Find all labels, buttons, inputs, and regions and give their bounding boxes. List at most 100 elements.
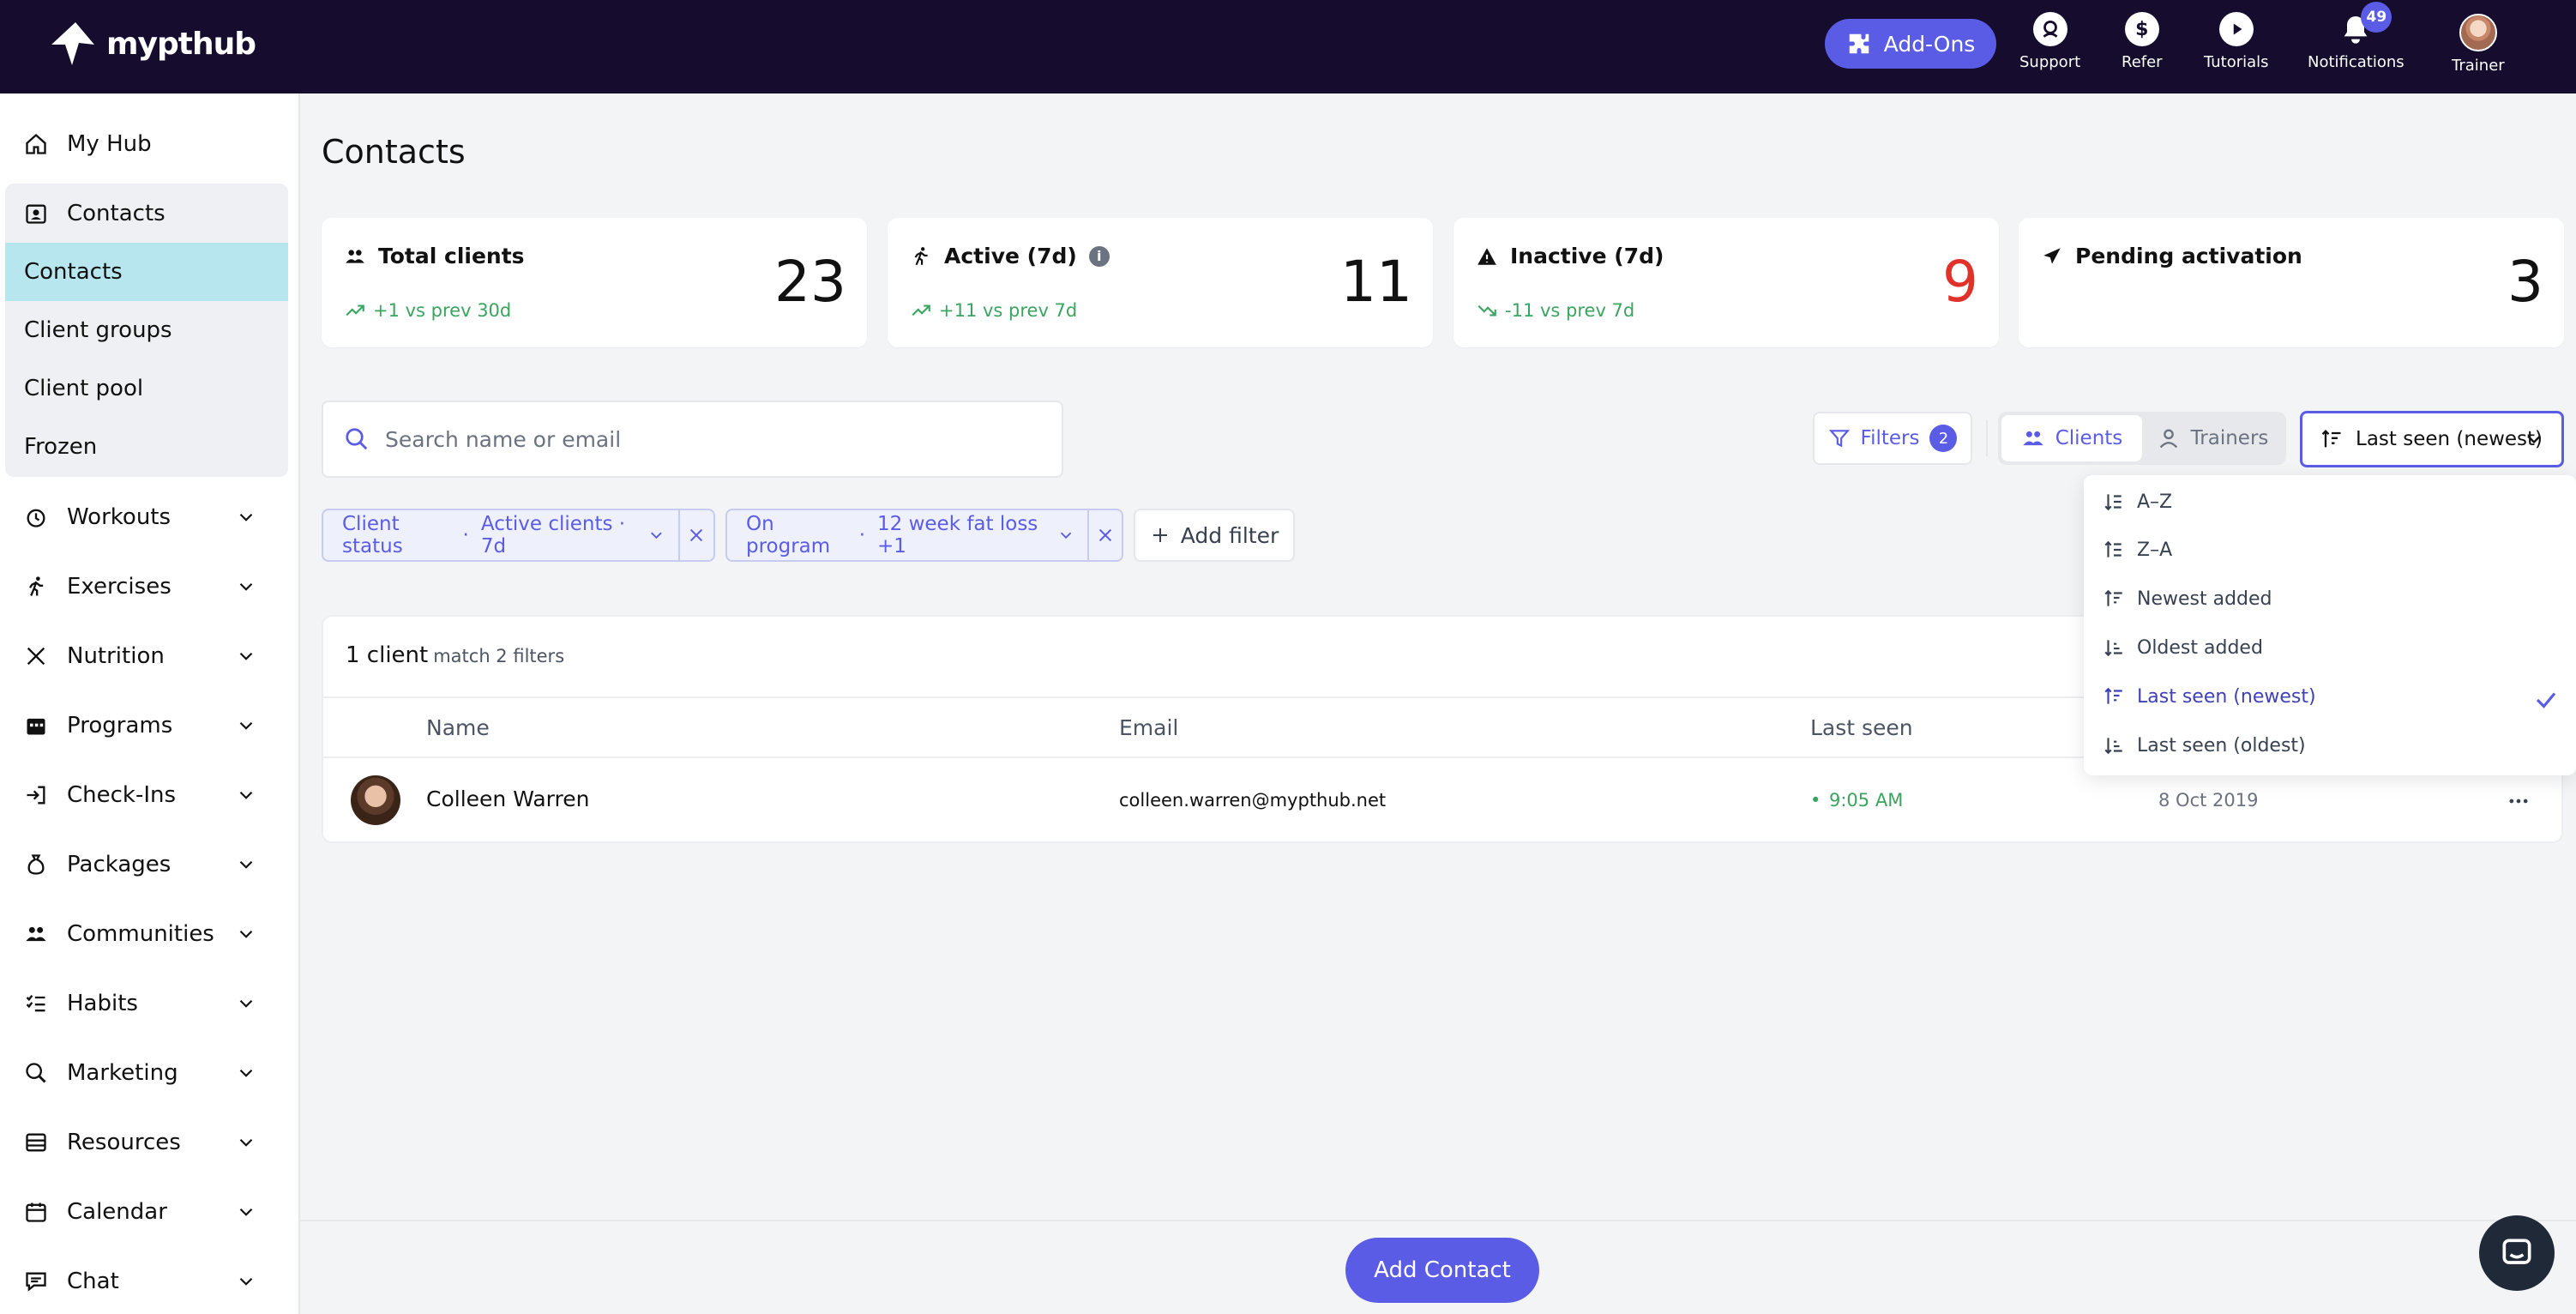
contacts-icon xyxy=(26,204,46,224)
plus-icon xyxy=(1153,528,1167,542)
sidebar-item-resources[interactable]: Resources xyxy=(0,1115,300,1170)
close-icon xyxy=(1098,528,1112,542)
chevron-down-icon xyxy=(239,582,253,591)
divider xyxy=(1986,420,1988,456)
sidebar-item-label: Packages xyxy=(67,852,172,877)
add-filter-button[interactable]: Add filter xyxy=(1134,509,1295,562)
stat-card-active[interactable]: Active (7d) i +11 vs prev 7d 11 xyxy=(888,218,1433,347)
sort-alpha-desc-icon xyxy=(2104,540,2122,558)
client-name[interactable]: Colleen Warren xyxy=(426,787,589,811)
sidebar-item-label: Contacts xyxy=(67,201,166,226)
stat-value: 23 xyxy=(774,249,846,315)
chip-key: On program xyxy=(746,513,831,558)
stat-trend: +11 vs prev 7d xyxy=(939,300,1078,321)
search-field[interactable] xyxy=(322,401,1063,478)
search-input[interactable] xyxy=(385,426,1037,452)
sidebar-item-exercises[interactable]: Exercises xyxy=(0,559,300,614)
refer-nav[interactable]: $ Refer xyxy=(2122,12,2163,71)
sort-option-oldest-added[interactable]: Oldest added xyxy=(2103,636,2263,659)
client-date: 8 Oct 2019 xyxy=(2158,790,2259,811)
support-nav[interactable]: Support xyxy=(2019,12,2080,71)
sort-option-a-z[interactable]: A–Z xyxy=(2103,491,2172,513)
row-more-button[interactable] xyxy=(2501,784,2536,818)
filters-button[interactable]: Filters 2 xyxy=(1813,412,1972,465)
sidebar-item-chat[interactable]: Chat xyxy=(0,1254,300,1309)
sidebar-item-habits[interactable]: Habits xyxy=(0,976,300,1031)
column-header-name[interactable]: Name xyxy=(426,715,490,740)
sidebar-item-marketing[interactable]: Marketing xyxy=(0,1046,300,1100)
stat-card-inactive[interactable]: Inactive (7d) -11 vs prev 7d 9 xyxy=(1454,218,1999,347)
brand-logo[interactable]: mypthub xyxy=(48,19,256,69)
sort-select[interactable]: Last seen (newest) xyxy=(2300,411,2564,467)
trainer-nav[interactable]: Trainer xyxy=(2452,14,2505,75)
stat-value: 11 xyxy=(1340,249,1412,315)
stat-label: Active (7d) xyxy=(944,244,1077,268)
sidebar-item-packages[interactable]: Packages xyxy=(0,837,300,892)
sort-option-newest-added[interactable]: Newest added xyxy=(2103,588,2272,610)
notifications-nav[interactable]: 49 Notifications xyxy=(2308,2,2404,71)
results-count-suffix: match 2 filters xyxy=(433,646,565,666)
running-icon xyxy=(914,246,928,265)
refer-label: Refer xyxy=(2122,53,2163,71)
sidebar-item-programs[interactable]: Programs xyxy=(0,698,300,753)
sidebar-item-nutrition[interactable]: Nutrition xyxy=(0,629,300,684)
sidebar-item-contacts[interactable]: Contacts xyxy=(0,186,300,241)
sidebar-item-workouts[interactable]: Workouts xyxy=(0,490,300,545)
logo-mark-icon xyxy=(51,22,94,65)
sidebar-item-communities[interactable]: Communities xyxy=(0,907,300,961)
client-avatar xyxy=(351,775,400,825)
notification-count-badge: 49 xyxy=(2361,2,2392,33)
running-icon xyxy=(29,576,44,596)
sidebar-sub-client-pool[interactable]: Client pool xyxy=(5,359,288,418)
tab-trainers[interactable]: Trainers xyxy=(2142,415,2283,461)
stat-card-pending[interactable]: Pending activation 3 xyxy=(2019,218,2564,347)
column-header-email[interactable]: Email xyxy=(1119,715,1178,740)
stat-card-total-clients[interactable]: Total clients +1 vs prev 30d 23 xyxy=(322,218,867,347)
status-dot: • xyxy=(1810,790,1821,811)
warning-icon xyxy=(1478,247,1496,265)
sidebar-sub-contacts[interactable]: Contacts xyxy=(5,243,288,301)
filter-chip-on-program[interactable]: On program · 12 week fat loss +1 xyxy=(725,509,1123,562)
sort-option-z-a[interactable]: Z–A xyxy=(2103,539,2172,561)
stat-value: 3 xyxy=(2507,249,2543,315)
chat-bubble-icon xyxy=(2502,1239,2531,1264)
sidebar-item-calendar[interactable]: Calendar xyxy=(0,1184,300,1239)
sidebar-sub-frozen[interactable]: Frozen xyxy=(5,418,288,476)
filter-chip-client-status[interactable]: Client status · Active clients · 7d xyxy=(322,509,715,562)
remove-filter-button[interactable] xyxy=(1086,510,1122,560)
tab-label: Trainers xyxy=(2190,427,2269,449)
workout-icon xyxy=(27,509,45,527)
sort-option-label: Last seen (oldest) xyxy=(2137,734,2306,756)
column-header-last-seen[interactable]: Last seen xyxy=(1810,715,1913,740)
people-icon xyxy=(2023,431,2043,446)
more-horizontal-icon xyxy=(2509,799,2528,804)
chevron-down-icon xyxy=(239,999,253,1008)
sort-option-last-seen-newest[interactable]: Last seen (newest) xyxy=(2103,685,2316,708)
info-icon[interactable]: i xyxy=(1088,245,1110,267)
addons-button[interactable]: Add-Ons xyxy=(1825,19,1996,69)
sidebar-item-label: Workouts xyxy=(67,504,172,530)
send-icon xyxy=(2043,247,2061,264)
sort-option-last-seen-oldest[interactable]: Last seen (oldest) xyxy=(2103,734,2306,756)
sidebar-sub-client-groups[interactable]: Client groups xyxy=(5,301,288,359)
notifications-label: Notifications xyxy=(2308,53,2404,71)
sort-desc-icon xyxy=(2321,430,2341,448)
chip-separator: · xyxy=(462,524,469,546)
sort-desc-icon xyxy=(2104,687,2122,704)
tutorials-nav[interactable]: Tutorials xyxy=(2204,12,2269,71)
remove-filter-button[interactable] xyxy=(677,510,713,560)
add-contact-button[interactable]: Add Contact xyxy=(1345,1238,1539,1303)
chevron-down-icon xyxy=(239,860,253,869)
search-icon xyxy=(346,428,368,450)
sidebar-item-label: Chat xyxy=(67,1269,119,1294)
results-count-value: 1 client xyxy=(346,642,429,668)
sidebar-item-my-hub[interactable]: My Hub xyxy=(0,117,300,172)
sort-asc-icon xyxy=(2104,738,2122,755)
sidebar-item-check-ins[interactable]: Check-Ins xyxy=(0,768,300,823)
tab-clients[interactable]: Clients xyxy=(2001,415,2142,461)
support-chat-button[interactable] xyxy=(2479,1215,2555,1291)
trainer-avatar xyxy=(2459,14,2497,51)
brand-name: mypthub xyxy=(106,26,256,62)
sort-option-label: Oldest added xyxy=(2137,636,2263,659)
sort-option-label: Last seen (newest) xyxy=(2137,685,2316,708)
